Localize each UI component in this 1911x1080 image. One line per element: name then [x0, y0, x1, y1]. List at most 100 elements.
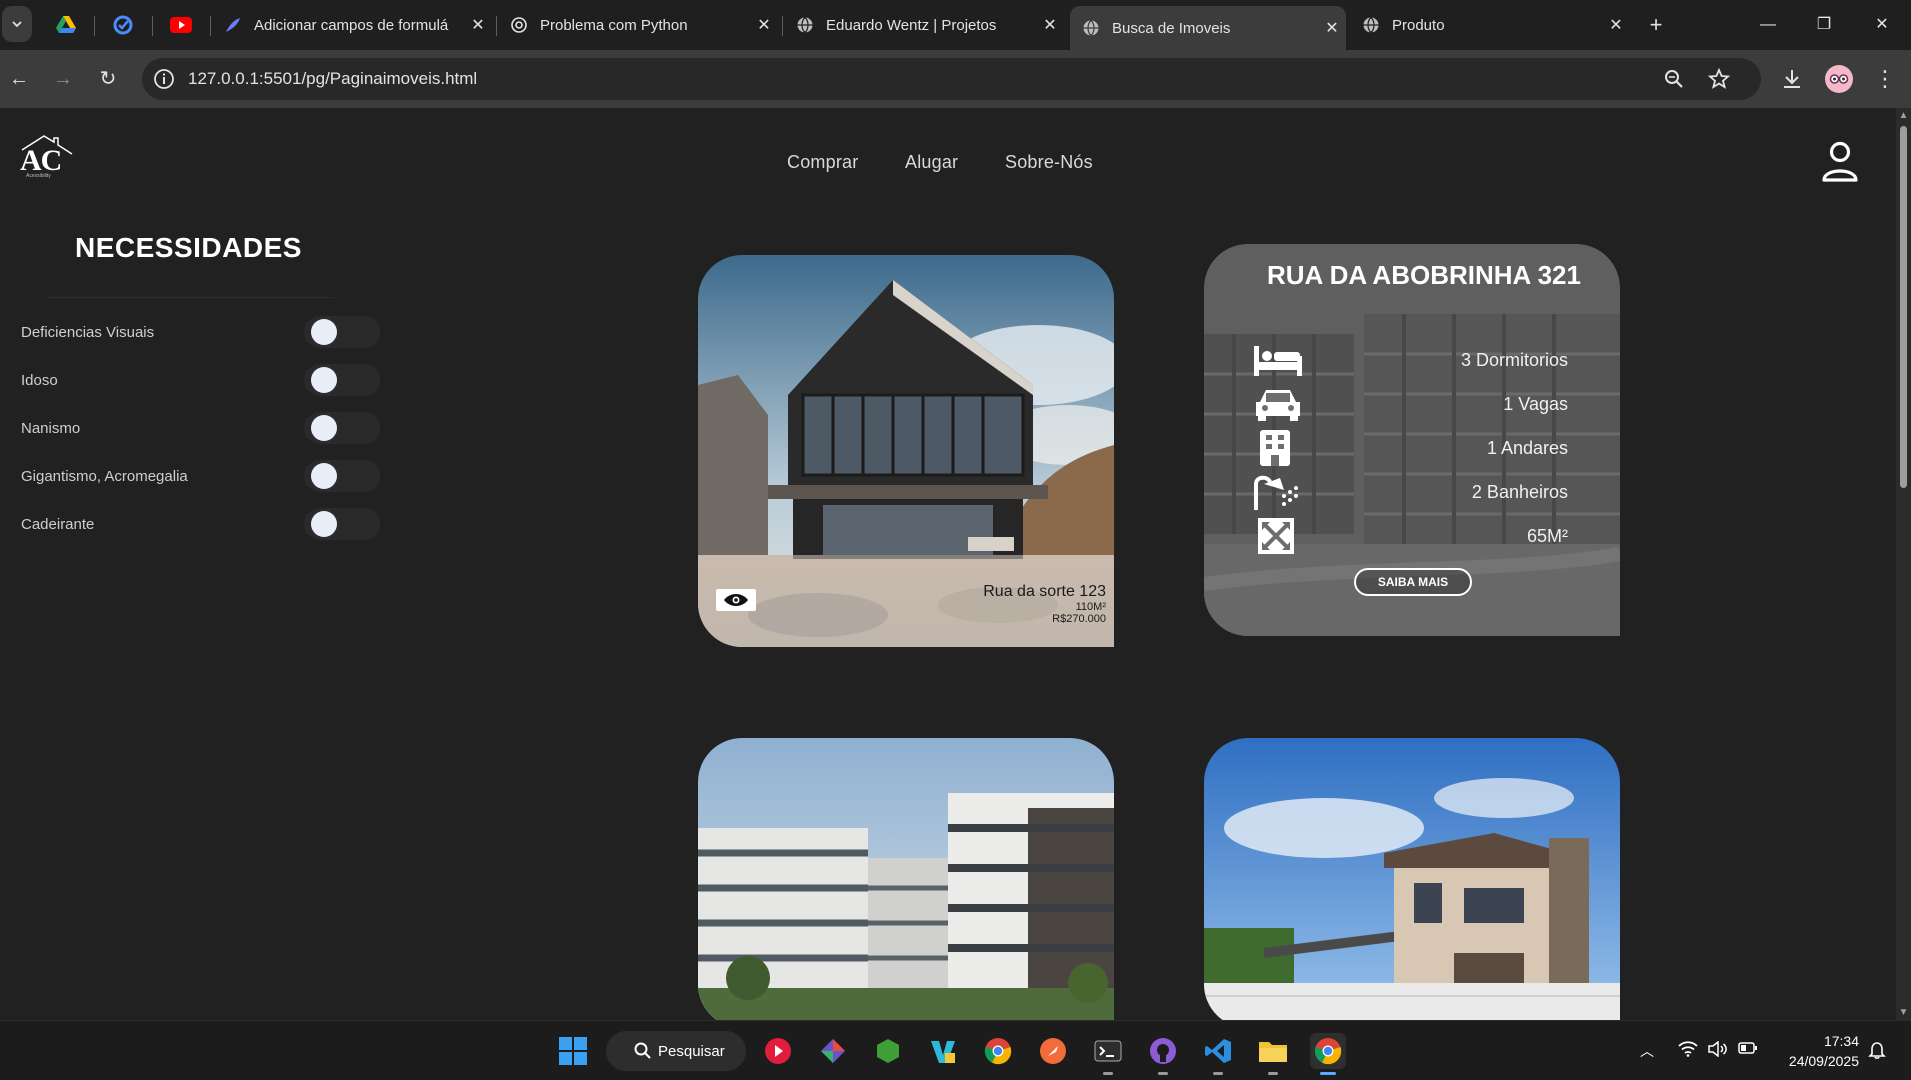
tab-title: Produto	[1392, 16, 1445, 34]
pinned-tab-youtube[interactable]	[161, 10, 201, 40]
property-card[interactable]	[698, 738, 1114, 1020]
close-icon[interactable]: ✕	[464, 15, 492, 35]
close-icon[interactable]: ✕	[750, 15, 778, 35]
postman-icon	[1040, 1038, 1066, 1064]
feature-value: 2 Banheiros	[1471, 482, 1568, 502]
page-scrollbar[interactable]: ▲ ▼	[1896, 108, 1911, 1020]
taskbar-nodejs[interactable]	[870, 1033, 906, 1069]
globe-icon	[1363, 17, 1379, 34]
bookmark-star-icon[interactable]	[1707, 67, 1731, 91]
battery-glyph	[1738, 1042, 1757, 1054]
back-button[interactable]: ←	[4, 64, 34, 94]
eye-icon	[724, 594, 748, 606]
site-logo[interactable]: AC Acessibility	[18, 132, 78, 182]
forward-button[interactable]: →	[48, 64, 78, 94]
need-item-cadeirante: Cadeirante	[21, 508, 380, 540]
tray-overflow-icon[interactable]: ︿	[1640, 1041, 1654, 1061]
search-label: Pesquisar	[658, 1042, 725, 1060]
property-card[interactable]	[1204, 738, 1620, 1020]
browser-tab-strip: Adicionar campos de formulá ✕ Problema c…	[0, 0, 1911, 50]
pinned-tab-check[interactable]	[103, 10, 143, 40]
close-icon[interactable]: ✕	[1036, 15, 1064, 35]
info-icon[interactable]	[152, 67, 176, 91]
user-icon[interactable]	[1820, 140, 1860, 184]
toggle-switch[interactable]	[304, 316, 380, 348]
restore-button[interactable]: ❐	[1804, 10, 1844, 40]
scrollbar-thumb[interactable]	[1900, 126, 1907, 488]
tab-search-button[interactable]	[2, 6, 32, 42]
toggle-knob	[311, 319, 337, 345]
taskbar-explorer[interactable]	[1255, 1033, 1291, 1075]
minimize-button[interactable]: —	[1748, 10, 1788, 40]
profile-glasses-icon	[1829, 74, 1849, 84]
tab-projetos[interactable]: Eduardo Wentz | Projetos ✕	[784, 8, 1064, 42]
property-detail-card[interactable]: RUA DA ABOBRINHA 321 3 Dormitorios 1 Vag…	[1204, 244, 1620, 636]
saiba-mais-button[interactable]: SAIBA MAIS	[1354, 568, 1472, 596]
speaker-glyph	[1708, 1040, 1727, 1058]
new-tab-button[interactable]: +	[1643, 12, 1669, 38]
url-text[interactable]: 127.0.0.1:5501/pg/Paginaimoveis.html	[188, 69, 477, 89]
toggle-switch[interactable]	[304, 508, 380, 540]
taskbar-chrome-active[interactable]	[1310, 1033, 1346, 1075]
chrome-icon	[1314, 1038, 1342, 1065]
notification-icon[interactable]	[1868, 1041, 1886, 1062]
taskbar-terminal[interactable]	[1090, 1033, 1126, 1075]
close-icon[interactable]: ✕	[1318, 18, 1346, 38]
tab-python[interactable]: Problema com Python ✕	[498, 8, 778, 42]
taskbar-vscode[interactable]	[1200, 1033, 1236, 1075]
card-title: RUA DA ABOBRINHA 321	[1267, 260, 1581, 290]
feature-value: 1 Vagas	[1503, 394, 1568, 414]
nav-sobre-nos[interactable]: Sobre-Nós	[1005, 152, 1093, 173]
start-button[interactable]	[555, 1033, 591, 1069]
profile-avatar[interactable]	[1825, 65, 1853, 93]
property-card[interactable]: Rua da sorte 123 110M² R$270.000	[698, 255, 1114, 647]
running-indicator	[1268, 1072, 1278, 1075]
music-player-icon	[765, 1038, 791, 1064]
battery-icon[interactable]	[1738, 1041, 1758, 1058]
tab-produto[interactable]: Produto ✕	[1350, 8, 1630, 42]
toggle-knob	[311, 463, 337, 489]
taskbar-github[interactable]	[1145, 1033, 1181, 1075]
scroll-up-icon[interactable]: ▲	[1898, 110, 1909, 121]
expand-icon	[1258, 518, 1294, 554]
volume-icon[interactable]	[1708, 1040, 1728, 1060]
pinned-tab-drive[interactable]	[46, 10, 86, 40]
download-icon[interactable]	[1779, 66, 1805, 92]
need-item-nanismo: Nanismo	[21, 412, 380, 444]
running-indicator	[1158, 1072, 1168, 1075]
wifi-icon[interactable]	[1678, 1041, 1698, 1060]
running-indicator	[1213, 1072, 1223, 1075]
taskbar-postman[interactable]	[1035, 1033, 1071, 1069]
car-icon	[1256, 390, 1300, 421]
web-page: AC Acessibility Comprar Alugar Sobre-Nós…	[0, 108, 1896, 1020]
scroll-down-icon[interactable]: ▼	[1898, 1007, 1909, 1018]
bell-glyph	[1868, 1042, 1886, 1059]
taskbar-music[interactable]	[760, 1033, 796, 1069]
vscode-icon	[1205, 1039, 1231, 1063]
openai-icon	[511, 17, 527, 33]
clock-date: 24/09/2025	[1788, 1053, 1859, 1069]
feature-row: 3 Dormitorios	[1254, 342, 1568, 378]
taskbar-git[interactable]	[815, 1033, 851, 1069]
system-clock[interactable]: 17:34 24/09/2025	[1775, 1031, 1859, 1071]
feature-row: 2 Banheiros	[1254, 474, 1568, 510]
taskbar-ide[interactable]	[925, 1033, 961, 1069]
address-bar[interactable]: 127.0.0.1:5501/pg/Paginaimoveis.html	[142, 58, 1761, 100]
taskbar-search[interactable]: Pesquisar	[606, 1031, 746, 1071]
close-window-button[interactable]: ✕	[1862, 10, 1902, 40]
nav-alugar[interactable]: Alugar	[905, 152, 958, 173]
close-icon[interactable]: ✕	[1602, 15, 1630, 35]
toggle-switch[interactable]	[304, 364, 380, 396]
zoom-icon[interactable]	[1663, 68, 1685, 90]
chrome-menu-button[interactable]: ⋮	[1870, 64, 1900, 94]
toggle-switch[interactable]	[304, 460, 380, 492]
nav-comprar[interactable]: Comprar	[787, 152, 858, 173]
globe-icon	[797, 17, 813, 34]
toggle-switch[interactable]	[304, 412, 380, 444]
view-button[interactable]	[716, 589, 756, 611]
running-indicator	[1103, 1072, 1113, 1075]
tab-busca-imoveis[interactable]: Busca de Imoveis ✕	[1070, 6, 1346, 50]
reload-button[interactable]: ↻	[93, 64, 123, 94]
taskbar-chrome[interactable]	[980, 1033, 1016, 1069]
tab-formulario[interactable]: Adicionar campos de formulá ✕	[212, 8, 492, 42]
